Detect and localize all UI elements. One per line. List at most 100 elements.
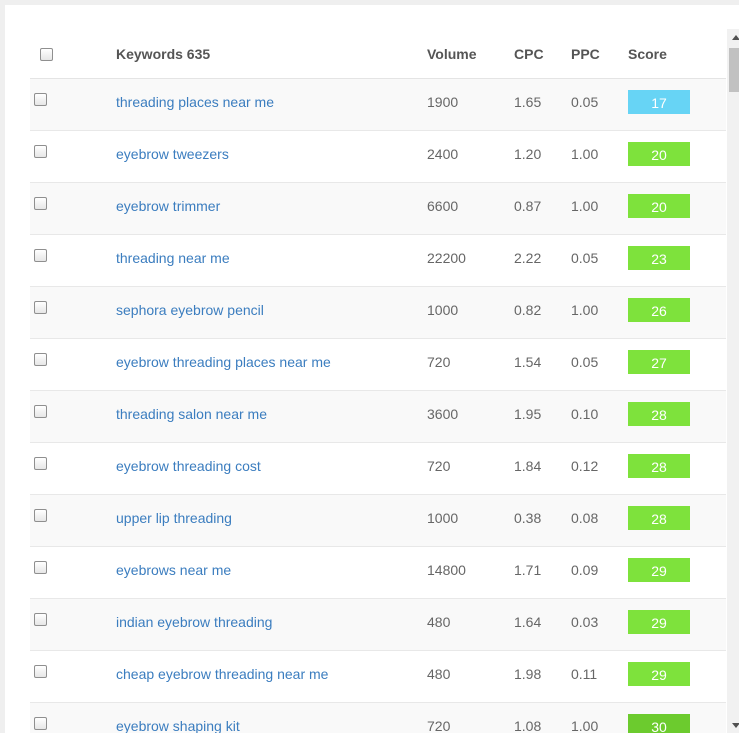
keyword-link[interactable]: threading places near me xyxy=(116,94,274,110)
vertical-scrollbar[interactable] xyxy=(727,29,739,733)
score-badge: 28 xyxy=(628,454,690,478)
table-row: threading salon near me 3600 1.95 0.10 28 xyxy=(30,391,726,443)
volume-value: 480 xyxy=(427,666,451,682)
score-badge: 20 xyxy=(628,194,690,218)
scrollbar-thumb[interactable] xyxy=(729,48,739,92)
volume-value: 720 xyxy=(427,458,451,474)
cpc-value: 1.84 xyxy=(514,458,542,474)
keyword-link[interactable]: eyebrow threading places near me xyxy=(116,354,331,370)
score-badge: 23 xyxy=(628,246,690,270)
score-badge: 29 xyxy=(628,610,690,634)
ppc-value: 0.10 xyxy=(571,406,599,422)
keywords-panel: Keywords 635 Volume CPC PPC Score thread… xyxy=(5,5,739,733)
cpc-value: 2.22 xyxy=(514,250,542,266)
keyword-link[interactable]: eyebrow threading cost xyxy=(116,458,261,474)
volume-value: 1000 xyxy=(427,302,459,318)
table-row: cheap eyebrow threading near me 480 1.98 0.… xyxy=(30,651,726,703)
cpc-value: 1.64 xyxy=(514,614,542,630)
keyword-link[interactable]: sephora eyebrow pencil xyxy=(116,302,264,318)
ppc-value: 0.05 xyxy=(571,354,599,370)
volume-value: 720 xyxy=(427,354,451,370)
score-badge: 20 xyxy=(628,142,690,166)
row-checkbox[interactable] xyxy=(34,665,47,678)
row-checkbox[interactable] xyxy=(34,561,47,574)
table-row: eyebrow trimmer 6600 0.87 1.00 20 xyxy=(30,183,726,235)
row-checkbox[interactable] xyxy=(34,249,47,262)
cpc-value: 1.08 xyxy=(514,718,542,733)
keyword-link[interactable]: cheap eyebrow threading near me xyxy=(116,666,328,682)
volume-value: 14800 xyxy=(427,562,466,578)
keyword-link[interactable]: eyebrows near me xyxy=(116,562,231,578)
keywords-table: Keywords 635 Volume CPC PPC Score thread… xyxy=(30,29,726,733)
row-checkbox[interactable] xyxy=(34,145,47,158)
row-checkbox[interactable] xyxy=(34,613,47,626)
volume-value: 6600 xyxy=(427,198,459,214)
header-volume[interactable]: Volume xyxy=(427,46,477,62)
volume-value: 720 xyxy=(427,718,451,733)
score-badge: 28 xyxy=(628,402,690,426)
row-checkbox[interactable] xyxy=(34,509,47,522)
ppc-value: 0.08 xyxy=(571,510,599,526)
header-cpc[interactable]: CPC xyxy=(514,46,544,62)
ppc-value: 1.00 xyxy=(571,198,599,214)
row-checkbox[interactable] xyxy=(34,717,47,730)
header-keywords[interactable]: Keywords 635 xyxy=(116,46,210,62)
select-all-checkbox[interactable] xyxy=(40,48,53,61)
table-row: threading places near me 1900 1.65 0.05 17 xyxy=(30,79,726,131)
table-row: indian eyebrow threading 480 1.64 0.03 29 xyxy=(30,599,726,651)
table-row: eyebrow threading places near me 720 1.54 0… xyxy=(30,339,726,391)
table-body: threading places near me 1900 1.65 0.05 17 ey… xyxy=(30,79,726,733)
volume-value: 3600 xyxy=(427,406,459,422)
cpc-value: 0.87 xyxy=(514,198,542,214)
table-row: eyebrow tweezers 2400 1.20 1.00 20 xyxy=(30,131,726,183)
keyword-link[interactable]: threading salon near me xyxy=(116,406,267,422)
scroll-up-arrow-icon[interactable] xyxy=(732,35,739,40)
cpc-value: 1.65 xyxy=(514,94,542,110)
cpc-value: 1.71 xyxy=(514,562,542,578)
table-row: sephora eyebrow pencil 1000 0.82 1.00 26 xyxy=(30,287,726,339)
score-badge: 29 xyxy=(628,558,690,582)
header-ppc[interactable]: PPC xyxy=(571,46,600,62)
cpc-value: 1.98 xyxy=(514,666,542,682)
ppc-value: 1.00 xyxy=(571,718,599,733)
score-badge: 27 xyxy=(628,350,690,374)
cpc-value: 1.95 xyxy=(514,406,542,422)
keyword-link[interactable]: eyebrow shaping kit xyxy=(116,718,240,733)
ppc-value: 0.03 xyxy=(571,614,599,630)
ppc-value: 0.11 xyxy=(571,666,598,682)
row-checkbox[interactable] xyxy=(34,405,47,418)
score-badge: 30 xyxy=(628,714,690,733)
row-checkbox[interactable] xyxy=(34,301,47,314)
volume-value: 1900 xyxy=(427,94,459,110)
ppc-value: 0.12 xyxy=(571,458,599,474)
cpc-value: 1.20 xyxy=(514,146,542,162)
row-checkbox[interactable] xyxy=(34,457,47,470)
row-checkbox[interactable] xyxy=(34,93,47,106)
volume-value: 480 xyxy=(427,614,451,630)
score-badge: 29 xyxy=(628,662,690,686)
keyword-link[interactable]: indian eyebrow threading xyxy=(116,614,272,630)
keyword-link[interactable]: eyebrow trimmer xyxy=(116,198,220,214)
table-row: upper lip threading 1000 0.38 0.08 28 xyxy=(30,495,726,547)
cpc-value: 1.54 xyxy=(514,354,542,370)
ppc-value: 1.00 xyxy=(571,302,599,318)
row-checkbox[interactable] xyxy=(34,353,47,366)
score-badge: 28 xyxy=(628,506,690,530)
ppc-value: 0.05 xyxy=(571,250,599,266)
keyword-link[interactable]: eyebrow tweezers xyxy=(116,146,229,162)
keyword-link[interactable]: threading near me xyxy=(116,250,230,266)
header-score[interactable]: Score xyxy=(628,46,667,62)
cpc-value: 0.38 xyxy=(514,510,542,526)
score-badge: 26 xyxy=(628,298,690,322)
score-badge: 17 xyxy=(628,90,690,114)
ppc-value: 1.00 xyxy=(571,146,599,162)
table-row: eyebrows near me 14800 1.71 0.09 29 xyxy=(30,547,726,599)
table-row: threading near me 22200 2.22 0.05 23 xyxy=(30,235,726,287)
scroll-down-arrow-icon[interactable] xyxy=(732,723,739,728)
keyword-link[interactable]: upper lip threading xyxy=(116,510,232,526)
table-row: eyebrow threading cost 720 1.84 0.12 28 xyxy=(30,443,726,495)
ppc-value: 0.05 xyxy=(571,94,599,110)
table-header: Keywords 635 Volume CPC PPC Score xyxy=(30,29,726,79)
row-checkbox[interactable] xyxy=(34,197,47,210)
table-row: eyebrow shaping kit 720 1.08 1.00 30 xyxy=(30,703,726,733)
